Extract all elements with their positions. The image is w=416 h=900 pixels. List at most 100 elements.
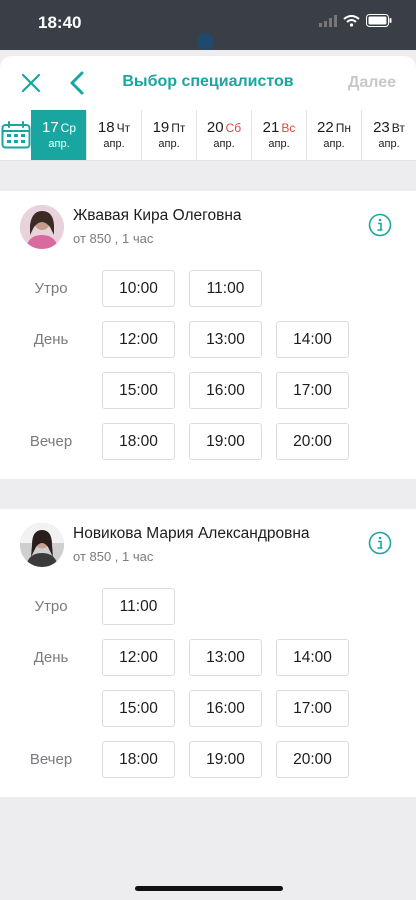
time-slot-button[interactable]: 13:00 [189,321,262,358]
period-label: Вечер [29,751,73,768]
period-label: День [33,649,69,666]
specialist-price-duration: от 850 , 1 час [73,231,154,246]
signal-icon [319,14,337,27]
status-bar: 18:40 [0,0,416,50]
time-slot-button[interactable]: 11:00 [189,270,262,307]
date-month: апр. [213,138,235,150]
slot-row: Вечер 18:00 19:00 20:00 [0,416,416,467]
time-slot-button[interactable]: 20:00 [276,423,349,460]
date-number: 17 [41,119,59,136]
wifi-icon [343,14,360,27]
date-number: 20 [206,119,224,136]
time-slot-button[interactable]: 17:00 [276,690,349,727]
time-slot-button[interactable]: 20:00 [276,741,349,778]
date-day: 18 Чт [98,119,130,137]
specialist-name: Новикова Мария Александровна [73,525,310,542]
date-weekday: Ср [60,121,77,135]
date-item-18[interactable]: 18 Чт апр. [86,110,141,160]
date-weekday: Пн [335,121,351,135]
date-weekday: Вт [391,121,405,135]
battery-icon [366,14,392,27]
date-month: апр. [158,138,180,150]
specialist-card: Жвавая Кира Олеговна от 850 , 1 час Утро 10… [0,191,416,479]
time-slot-button[interactable]: 16:00 [189,372,262,409]
home-indicator [135,886,283,891]
calendar-icon [1,121,30,149]
date-number: 19 [152,119,170,136]
date-month: апр. [378,138,400,150]
date-list: 17 Ср апр. 18 Чт апр. 19 Пт апр. 20 Сб апр. 21 Вс апр.… [31,110,416,160]
time-slot-button[interactable]: 18:00 [102,741,175,778]
date-day: 22 Пн [317,119,351,137]
date-day: 17 Ср [42,119,76,137]
time-slots: Утро 11:00 День 12:00 13:00 14:00 15:00 16:00 17… [0,581,416,785]
info-icon[interactable] [368,213,392,237]
date-month: апр. [323,138,345,150]
date-month: апр. [103,138,125,150]
date-item-23[interactable]: 23 Вт апр. [361,110,416,160]
specialist-header: Жвавая Кира Олеговна от 850 , 1 час [0,205,416,263]
date-weekday: Сб [225,121,242,135]
slot-row: День 12:00 13:00 14:00 [0,632,416,683]
time-slot-button[interactable]: 15:00 [102,372,175,409]
date-day: 20 Сб [207,119,241,137]
time-slot-button[interactable]: 11:00 [102,588,175,625]
date-number: 23 [373,119,390,136]
specialist-header: Новикова Мария Александровна от 850 , 1 ч… [0,523,416,581]
date-weekday: Пт [171,121,186,135]
specialist-card: Новикова Мария Александровна от 850 , 1 ч… [0,509,416,797]
date-item-22[interactable]: 22 Пн апр. [306,110,361,160]
time-slot-button[interactable]: 14:00 [276,639,349,676]
specialist-price-duration: от 850 , 1 час [73,549,154,564]
period-label: День [33,331,69,348]
period-label: Утро [34,280,68,297]
slot-row: 15:00 16:00 17:00 [0,365,416,416]
status-time: 18:40 [38,13,82,32]
nav-bar: Выбор специалистов Далее [0,56,416,110]
time-slot-button[interactable]: 19:00 [189,423,262,460]
slot-row: Вечер 18:00 19:00 20:00 [0,734,416,785]
avatar [20,205,64,249]
time-slot-button[interactable]: 16:00 [189,690,262,727]
specialist-sheet: Выбор специалистов Далее 17 Ср апр. 18 Чт апр… [0,56,416,900]
date-item-20[interactable]: 20 Сб апр. [196,110,251,160]
time-slot-button[interactable]: 12:00 [102,639,175,676]
time-slot-button[interactable]: 14:00 [276,321,349,358]
slot-row: Утро 10:00 11:00 [0,263,416,314]
specialist-list: Жвавая Кира Олеговна от 850 , 1 час Утро 10… [0,191,416,797]
time-slot-button[interactable]: 19:00 [189,741,262,778]
date-day: 19 Пт [153,119,186,137]
date-weekday: Вс [281,121,296,135]
time-slots: Утро 10:00 11:00 День 12:00 13:00 14:00 15:00 16… [0,263,416,467]
date-item-19[interactable]: 19 Пт апр. [141,110,196,160]
time-slot-button[interactable]: 18:00 [102,423,175,460]
date-strip: 17 Ср апр. 18 Чт апр. 19 Пт апр. 20 Сб апр. 21 Вс апр.… [0,110,416,161]
date-weekday: Чт [116,121,131,135]
date-number: 21 [262,119,280,136]
date-number: 22 [317,119,334,136]
info-icon[interactable] [368,531,392,555]
time-slot-button[interactable]: 13:00 [189,639,262,676]
next-button[interactable]: Далее [348,74,396,92]
slot-row: День 12:00 13:00 14:00 [0,314,416,365]
date-number: 18 [97,119,115,136]
status-icons [319,14,392,27]
period-label: Вечер [29,433,73,450]
date-item-21[interactable]: 21 Вс апр. [251,110,306,160]
specialist-name: Жвавая Кира Олеговна [73,207,242,224]
date-month: апр. [268,138,290,150]
slot-row: 15:00 16:00 17:00 [0,683,416,734]
date-item-17[interactable]: 17 Ср апр. [31,110,86,160]
avatar [20,523,64,567]
time-slot-button[interactable]: 15:00 [102,690,175,727]
time-slot-button[interactable]: 12:00 [102,321,175,358]
date-day: 23 Вт [373,119,405,137]
time-slot-button[interactable]: 17:00 [276,372,349,409]
time-slot-button[interactable]: 10:00 [102,270,175,307]
date-month: апр. [48,138,70,150]
period-label: Утро [34,598,68,615]
calendar-button[interactable] [0,110,31,160]
date-day: 21 Вс [263,119,296,137]
slot-row: Утро 11:00 [0,581,416,632]
camera-dot [197,33,214,50]
